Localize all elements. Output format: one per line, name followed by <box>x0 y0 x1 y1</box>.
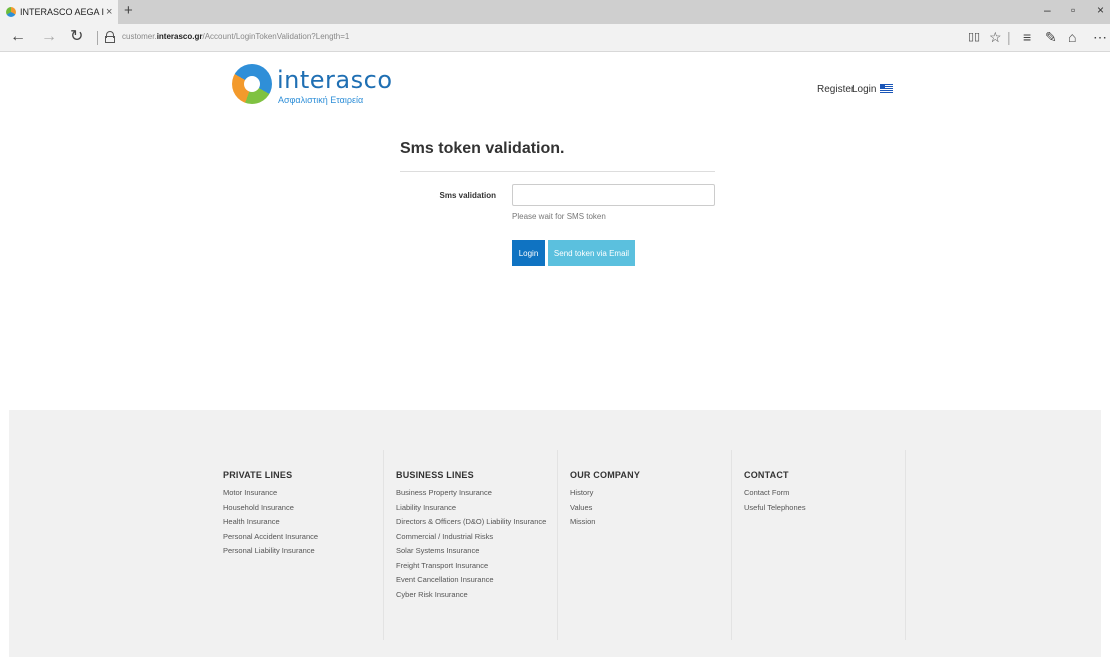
sms-validation-input[interactable] <box>512 184 715 206</box>
footer-heading: BUSINESS LINES <box>396 470 474 480</box>
footer-link[interactable]: Event Cancellation Insurance <box>396 573 557 588</box>
footer-link[interactable]: Cyber Risk Insurance <box>396 588 557 603</box>
site-favicon-icon <box>6 7 16 17</box>
footer-link[interactable]: Solar Systems Insurance <box>396 544 557 559</box>
send-token-email-button[interactable]: Send token via Email <box>548 240 635 266</box>
footer-link[interactable]: Commercial / Industrial Risks <box>396 530 557 545</box>
more-icon[interactable]: ⋯ <box>1093 30 1107 44</box>
footer-column-business-lines: BUSINESS LINES Business Property Insuran… <box>396 450 558 640</box>
window-close-icon[interactable]: × <box>1097 3 1104 17</box>
logo-subtitle: Ασφαλιστική Εταιρεία <box>278 95 364 105</box>
minimize-icon[interactable]: – <box>1044 3 1051 17</box>
footer-link[interactable]: Personal Accident Insurance <box>223 530 383 545</box>
interasco-logo-icon <box>232 64 272 104</box>
login-button[interactable]: Login <box>512 240 545 266</box>
footer-link[interactable]: Liability Insurance <box>396 501 557 516</box>
page-title: Sms token validation. <box>400 140 565 157</box>
lock-icon <box>105 31 115 43</box>
footer-column-private-lines: PRIVATE LINES Motor Insurance Household … <box>223 450 384 640</box>
url-text[interactable]: customer.interasco.gr/Account/LoginToken… <box>122 32 349 41</box>
sms-help-text: Please wait for SMS token <box>512 212 606 221</box>
interasco-logo[interactable]: interasco Ασφαλιστική Εταιρεία <box>232 64 392 114</box>
toolbar-divider-icon: | <box>1007 29 1011 45</box>
footer-link[interactable]: Useful Telephones <box>744 501 905 516</box>
sms-validation-label: Sms validation <box>439 191 496 200</box>
footer-heading: PRIVATE LINES <box>223 470 293 480</box>
forward-icon[interactable]: → <box>41 29 57 45</box>
footer-link[interactable]: Mission <box>570 515 731 530</box>
browser-address-bar: ← → ↻ customer.interasco.gr/Account/Logi… <box>0 24 1110 52</box>
greek-flag-icon[interactable] <box>880 84 893 93</box>
footer-column-contact: CONTACT Contact Form Useful Telephones <box>744 450 906 640</box>
footer-link[interactable]: Values <box>570 501 731 516</box>
share-icon[interactable]: ⌂ <box>1068 30 1076 44</box>
footer-link[interactable]: Contact Form <box>744 486 905 501</box>
logo-name: interasco <box>277 66 393 94</box>
footer-heading: CONTACT <box>744 470 789 480</box>
refresh-icon[interactable]: ↻ <box>70 29 83 45</box>
footer-link[interactable]: History <box>570 486 731 501</box>
footer-column-our-company: OUR COMPANY History Values Mission <box>570 450 732 640</box>
restore-icon[interactable]: ▫ <box>1071 3 1075 17</box>
footer-heading: OUR COMPANY <box>570 470 641 480</box>
new-tab-icon[interactable]: + <box>124 3 133 19</box>
tab-title: INTERASCO AEGA Insur <box>20 7 104 17</box>
site-footer: PRIVATE LINES Motor Insurance Household … <box>9 410 1101 657</box>
footer-link[interactable]: Business Property Insurance <box>396 486 557 501</box>
login-link[interactable]: Login <box>852 84 876 95</box>
register-link[interactable]: Register <box>817 84 854 95</box>
address-separator <box>97 31 98 45</box>
reading-view-icon[interactable]: ▯▯ <box>968 30 980 44</box>
footer-link[interactable]: Health Insurance <box>223 515 383 530</box>
web-note-icon[interactable]: ✎ <box>1045 30 1057 44</box>
title-divider <box>400 171 715 172</box>
back-icon[interactable]: ← <box>10 29 26 45</box>
footer-link[interactable]: Household Insurance <box>223 501 383 516</box>
hub-icon[interactable]: ≡ <box>1023 30 1031 44</box>
footer-link[interactable]: Directors & Officers (D&O) Liability Ins… <box>396 515 557 530</box>
browser-tab-bar: INTERASCO AEGA Insur × + – ▫ × <box>0 0 1110 24</box>
browser-tab[interactable]: INTERASCO AEGA Insur × <box>0 0 118 24</box>
footer-link[interactable]: Motor Insurance <box>223 486 383 501</box>
tab-close-icon[interactable]: × <box>106 6 112 18</box>
favorite-star-icon[interactable]: ☆ <box>989 30 1002 44</box>
footer-link[interactable]: Freight Transport Insurance <box>396 559 557 574</box>
footer-link[interactable]: Personal Liability Insurance <box>223 544 383 559</box>
